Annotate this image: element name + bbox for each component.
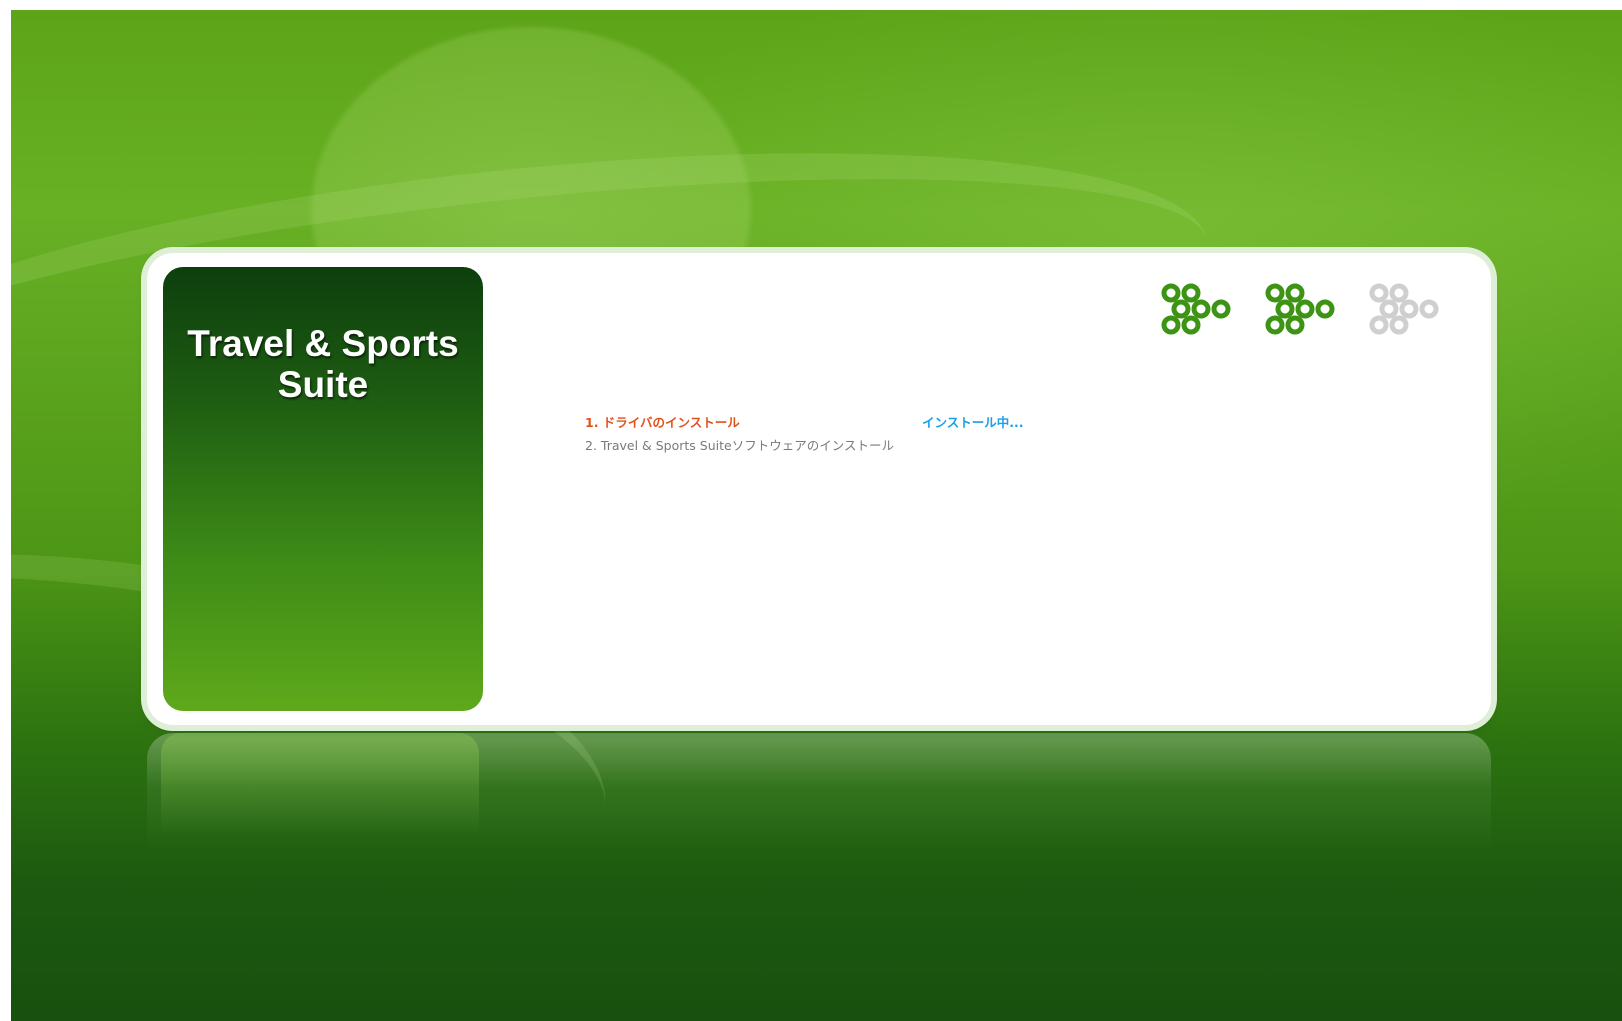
installer-panel: Travel & Sports Suite 1. ドライバのインストール インス… bbox=[147, 253, 1491, 725]
step-3-icon bbox=[1369, 283, 1439, 335]
progress-icons bbox=[1157, 279, 1453, 343]
product-title: Travel & Sports Suite bbox=[163, 323, 483, 405]
step-2-icon bbox=[1265, 283, 1335, 335]
install-step-list: 1. ドライバのインストール インストール中... 2. Travel & Sp… bbox=[585, 411, 1024, 457]
panel-reflection-side bbox=[161, 733, 479, 833]
panel-reflection bbox=[147, 733, 1491, 853]
step-1-icon bbox=[1161, 283, 1231, 335]
install-step-2: 2. Travel & Sports Suiteソフトウェアのインストール bbox=[585, 434, 894, 457]
product-title-line1: Travel & Sports bbox=[187, 323, 459, 364]
product-title-line2: Suite bbox=[277, 364, 369, 405]
install-step-1: 1. ドライバのインストール インストール中... bbox=[585, 411, 1024, 434]
step-2-label: 2. Travel & Sports Suiteソフトウェアのインストール bbox=[585, 438, 894, 453]
step-1-status: インストール中... bbox=[922, 415, 1024, 430]
product-banner: Travel & Sports Suite bbox=[163, 267, 483, 711]
step-1-label: 1. ドライバのインストール bbox=[585, 415, 740, 430]
